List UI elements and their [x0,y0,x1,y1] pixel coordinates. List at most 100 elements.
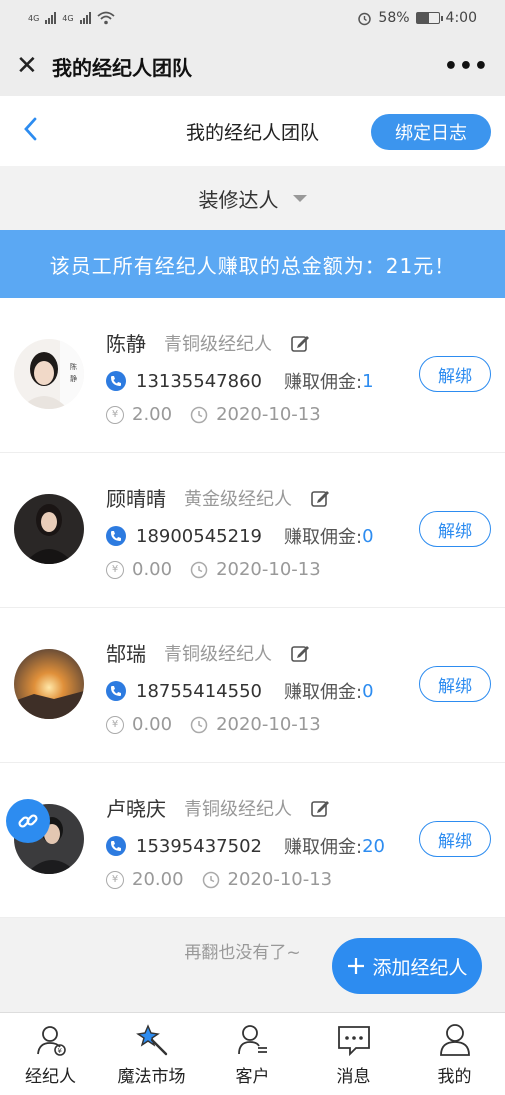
commission-value: 0 [362,525,374,547]
more-icon[interactable]: ••• [444,54,489,79]
tab-label: 客户 [235,1066,270,1087]
unbind-button[interactable]: 解绑 [419,356,491,392]
agent-contact-row: 15395437502 赚取佣金: 20 [106,833,385,859]
wifi-icon [97,11,115,25]
agent-name-row: 陈静 青铜级经纪人 [106,328,310,357]
agent-card: 郜瑞 青铜级经纪人 18755414550 赚取佣金: 0 ¥ 0.00 202… [0,608,505,763]
bind-log-button[interactable]: 绑定日志 [371,114,491,150]
agent-meta-row: ¥ 0.00 2020-10-13 [106,714,321,735]
total-earnings-banner: 该员工所有经纪人赚取的总金额为：21元！ [0,230,505,298]
agent-meta-row: ¥ 2.00 2020-10-13 [106,404,321,425]
yen-icon: ¥ [106,560,124,579]
tab-magic-market[interactable]: 魔法市场 [101,1013,202,1095]
agent-phone[interactable]: 18900545219 [136,526,262,547]
profile-icon [439,1023,470,1056]
agent-date: 2020-10-13 [227,869,333,890]
status-bar: 4G 4G 58% 4:00 [0,0,505,36]
phone-icon[interactable] [106,526,126,546]
agent-level: 青铜级经纪人 [184,798,292,820]
agent-amount: 0.00 [132,714,173,735]
agent-contact-row: 18755414550 赚取佣金: 0 [106,678,374,704]
commission-label: 赚取佣金: [283,527,363,548]
message-icon [337,1025,370,1056]
tab-label: 魔法市场 [117,1066,186,1087]
avatar [14,649,84,719]
tab-messages[interactable]: 消息 [303,1013,404,1095]
agent-phone[interactable]: 18755414550 [136,681,262,702]
agent-level: 黄金级经纪人 [184,488,292,510]
clock-icon [190,406,208,423]
employee-selector[interactable]: 装修达人 [0,166,505,230]
wechat-title: 我的经纪人团队 [52,55,192,80]
yen-icon: ¥ [106,405,124,424]
agent-amount: 2.00 [132,404,173,425]
network-type-2: 4G [62,13,74,23]
edit-icon[interactable] [290,333,310,353]
phone-icon[interactable] [106,681,126,701]
agent-contact-row: 18900545219 赚取佣金: 0 [106,523,374,549]
clock-icon [190,561,208,578]
agent-name: 顾晴晴 [106,487,166,511]
tab-customers[interactable]: 客户 [202,1013,303,1095]
unbind-button[interactable]: 解绑 [419,666,491,702]
magic-wand-icon [135,1023,167,1055]
tab-label: 我的 [437,1066,472,1087]
agent-amount: 20.00 [132,869,184,890]
clock-icon [202,871,219,888]
tab-label: 消息 [336,1066,371,1087]
edit-icon[interactable] [290,643,310,663]
agent-name: 郜瑞 [106,642,146,666]
caret-down-icon [292,194,307,202]
svg-text:陈: 陈 [70,362,77,371]
signal-icon [79,12,91,24]
tab-agents[interactable]: ¥ 经纪人 [0,1013,101,1095]
agent-phone[interactable]: 13135547860 [136,371,262,392]
agent-meta-row: ¥ 20.00 2020-10-13 [106,869,332,890]
tab-profile[interactable]: 我的 [404,1013,505,1095]
edit-icon[interactable] [310,798,330,818]
svg-text:¥: ¥ [57,1047,62,1055]
yen-icon: ¥ [106,715,124,734]
agent-phone[interactable]: 15395437502 [136,836,262,857]
close-icon[interactable]: ✕ [16,51,52,81]
customer-icon [237,1024,267,1054]
agent-card: 顾晴晴 黄金级经纪人 18900545219 赚取佣金: 0 ¥ 0.00 20… [0,453,505,608]
commission-value: 0 [362,680,374,702]
agent-name-row: 郜瑞 青铜级经纪人 [106,638,310,667]
agent-name-row: 顾晴晴 黄金级经纪人 [106,483,330,512]
agent-list: 陈静 陈静 青铜级经纪人 13135547860 赚取佣金: 1 ¥ 2.00 … [0,298,505,918]
add-agent-button[interactable]: 添加经纪人 [332,938,482,994]
edit-icon[interactable] [310,488,330,508]
alarm-icon [358,12,372,25]
agent-date: 2020-10-13 [216,714,321,735]
battery-percent: 58% [378,10,410,26]
battery-icon [415,12,443,24]
link-icon[interactable] [6,799,50,843]
unbind-button[interactable]: 解绑 [419,821,491,857]
plus-icon [348,958,365,974]
back-icon[interactable] [22,116,38,149]
agent-name: 卢晓庆 [106,797,166,821]
status-left: 4G 4G [28,11,115,25]
add-agent-label: 添加经纪人 [372,956,468,979]
unbind-button[interactable]: 解绑 [419,511,491,547]
agent-name-row: 卢晓庆 青铜级经纪人 [106,793,330,822]
phone-icon[interactable] [106,836,126,856]
page-nav-bar: 我的经纪人团队 绑定日志 [0,96,505,166]
commission-label: 赚取佣金: [283,372,363,393]
agent-card: 卢晓庆 青铜级经纪人 15395437502 赚取佣金: 20 ¥ 20.00 … [0,763,505,918]
agent-date: 2020-10-13 [216,559,321,580]
agent-name: 陈静 [106,332,146,356]
svg-text:静: 静 [70,374,77,383]
yen-icon: ¥ [106,870,124,889]
commission-label: 赚取佣金: [283,837,363,858]
commission-label: 赚取佣金: [283,682,363,703]
phone-icon[interactable] [106,371,126,391]
agent-meta-row: ¥ 0.00 2020-10-13 [106,559,321,580]
agent-contact-row: 13135547860 赚取佣金: 1 [106,368,374,394]
agent-level: 青铜级经纪人 [164,643,272,665]
tab-label: 经纪人 [25,1066,76,1087]
agent-amount: 0.00 [132,559,173,580]
battery-fill [416,13,430,23]
agent-card: 陈静 陈静 青铜级经纪人 13135547860 赚取佣金: 1 ¥ 2.00 … [0,298,505,453]
